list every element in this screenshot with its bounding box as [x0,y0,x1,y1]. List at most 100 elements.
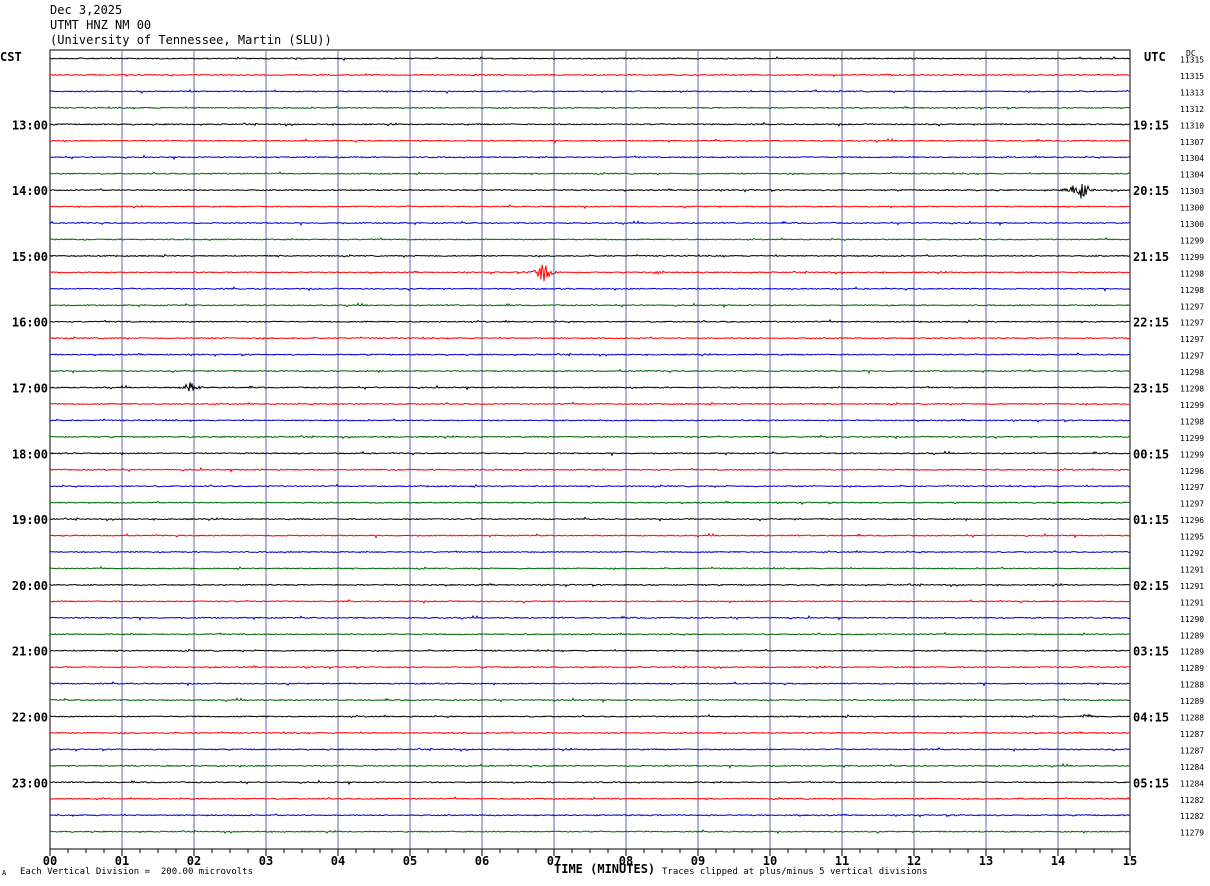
x-tick-label: 11 [835,854,849,868]
dc-value-label: 11296 [1180,467,1204,476]
plot-frame [49,49,1131,850]
trace-line [49,565,1131,571]
dc-value-label: 11279 [1180,829,1204,838]
trace-line [49,665,1131,670]
trace-line [49,88,1130,94]
trace-line [49,681,1131,687]
dc-value-label: 11298 [1180,286,1204,295]
dc-value-label: 11298 [1180,368,1204,377]
left-time-label: 14:00 [12,184,48,198]
x-axis-title: TIME (MINUTES) [554,862,656,876]
trace-line [49,264,1131,282]
dc-value-label: 11287 [1180,746,1204,755]
trace-line [49,516,1131,522]
dc-value-label: 11303 [1180,187,1204,196]
right-time-label: 22:15 [1133,316,1169,330]
dc-value-label: 11289 [1180,664,1204,673]
trace-line [50,582,1131,588]
dc-value-label: 11313 [1180,88,1204,97]
corner-mark: A [2,869,7,877]
trace-line [49,154,1131,161]
x-tick-label: 02 [187,854,201,868]
x-tick-label: 10 [763,854,777,868]
dc-value-label: 11298 [1180,269,1204,278]
dc-value-label: 11298 [1180,417,1204,426]
dc-value-label: 11298 [1180,385,1204,394]
dc-value-label: 11312 [1180,105,1204,114]
dc-value-label: 11297 [1180,483,1204,492]
dc-value-label: 11299 [1180,401,1204,410]
left-time-label: 20:00 [12,579,48,593]
dc-value-label: 11284 [1180,779,1204,788]
dc-value-label: 11300 [1180,204,1204,213]
dc-value-label: 11307 [1180,138,1204,147]
dc-value-label: 11299 [1180,236,1204,245]
dc-value-label: 11296 [1180,516,1204,525]
trace-line [50,368,1131,375]
trace-line [49,713,1131,719]
trace-line [49,236,1131,242]
trace-line [49,401,1131,406]
vertical-scale-note: Each Vertical Division = 200.00 microvol… [20,867,253,877]
x-tick-label: 14 [1051,854,1065,868]
trace-line [49,418,1131,423]
left-time-label: 13:00 [12,118,48,132]
trace-line [49,137,1130,144]
trace-line [50,352,1131,358]
trace-line [49,105,1131,111]
trace-line [49,73,1131,78]
left-time-label: 23:00 [12,776,48,790]
dc-value-label: 11315 [1180,72,1204,81]
trace-line [49,697,1131,704]
trace-line [49,549,1130,554]
right-time-label: 01:15 [1133,513,1169,527]
trace-line [49,450,1130,457]
trace-line [49,253,1131,258]
trace-line [50,631,1131,636]
trace-line [49,762,1131,770]
left-time-label: 15:00 [12,250,48,264]
right-time-label: 23:15 [1133,382,1169,396]
trace-line [49,434,1131,440]
dc-value-label: 11288 [1180,714,1204,723]
dc-value-label: 11288 [1180,681,1204,690]
x-tick-label: 12 [907,854,921,868]
dc-value-label: 11291 [1180,582,1204,591]
dc-value-label: 11282 [1180,796,1204,805]
right-time-label: 04:15 [1133,711,1169,725]
dc-value-label: 11315 [1180,56,1204,65]
dc-value-label: 11290 [1180,615,1204,624]
dc-value-label: 11300 [1180,220,1204,229]
x-tick-label: 03 [259,854,273,868]
clip-note: Traces clipped at plus/minus 5 vertical … [662,867,928,877]
trace-line [50,382,1131,392]
dc-value-label: 11299 [1180,450,1204,459]
trace-line [49,500,1131,506]
dc-value-label: 11297 [1180,500,1204,509]
dc-value-label: 11289 [1180,631,1204,640]
trace-line [49,336,1131,341]
trace-line [49,532,1131,539]
trace-line [50,319,1131,324]
dc-value-label: 11287 [1180,730,1204,739]
x-tick-label: 06 [475,854,489,868]
dc-value-label: 11289 [1180,648,1204,657]
trace-line [50,220,1131,227]
dc-value-label: 11310 [1180,121,1204,130]
right-time-label: 02:15 [1133,579,1169,593]
trace-line [49,171,1131,176]
trace-line [49,121,1131,127]
right-time-label: 20:15 [1133,184,1169,198]
x-tick-label: 00 [43,854,57,868]
dc-value-label: 11304 [1180,171,1204,180]
trace-line [49,746,1130,753]
trace-line [49,813,1131,818]
dc-value-label: 11291 [1180,565,1204,574]
left-time-label: 22:00 [12,711,48,725]
trace-line [49,731,1131,735]
right-time-label: 19:15 [1133,118,1169,132]
trace-line [49,183,1131,199]
dc-value-label: 11289 [1180,697,1204,706]
dc-value-label: 11297 [1180,352,1204,361]
dc-value-label: 11282 [1180,812,1204,821]
